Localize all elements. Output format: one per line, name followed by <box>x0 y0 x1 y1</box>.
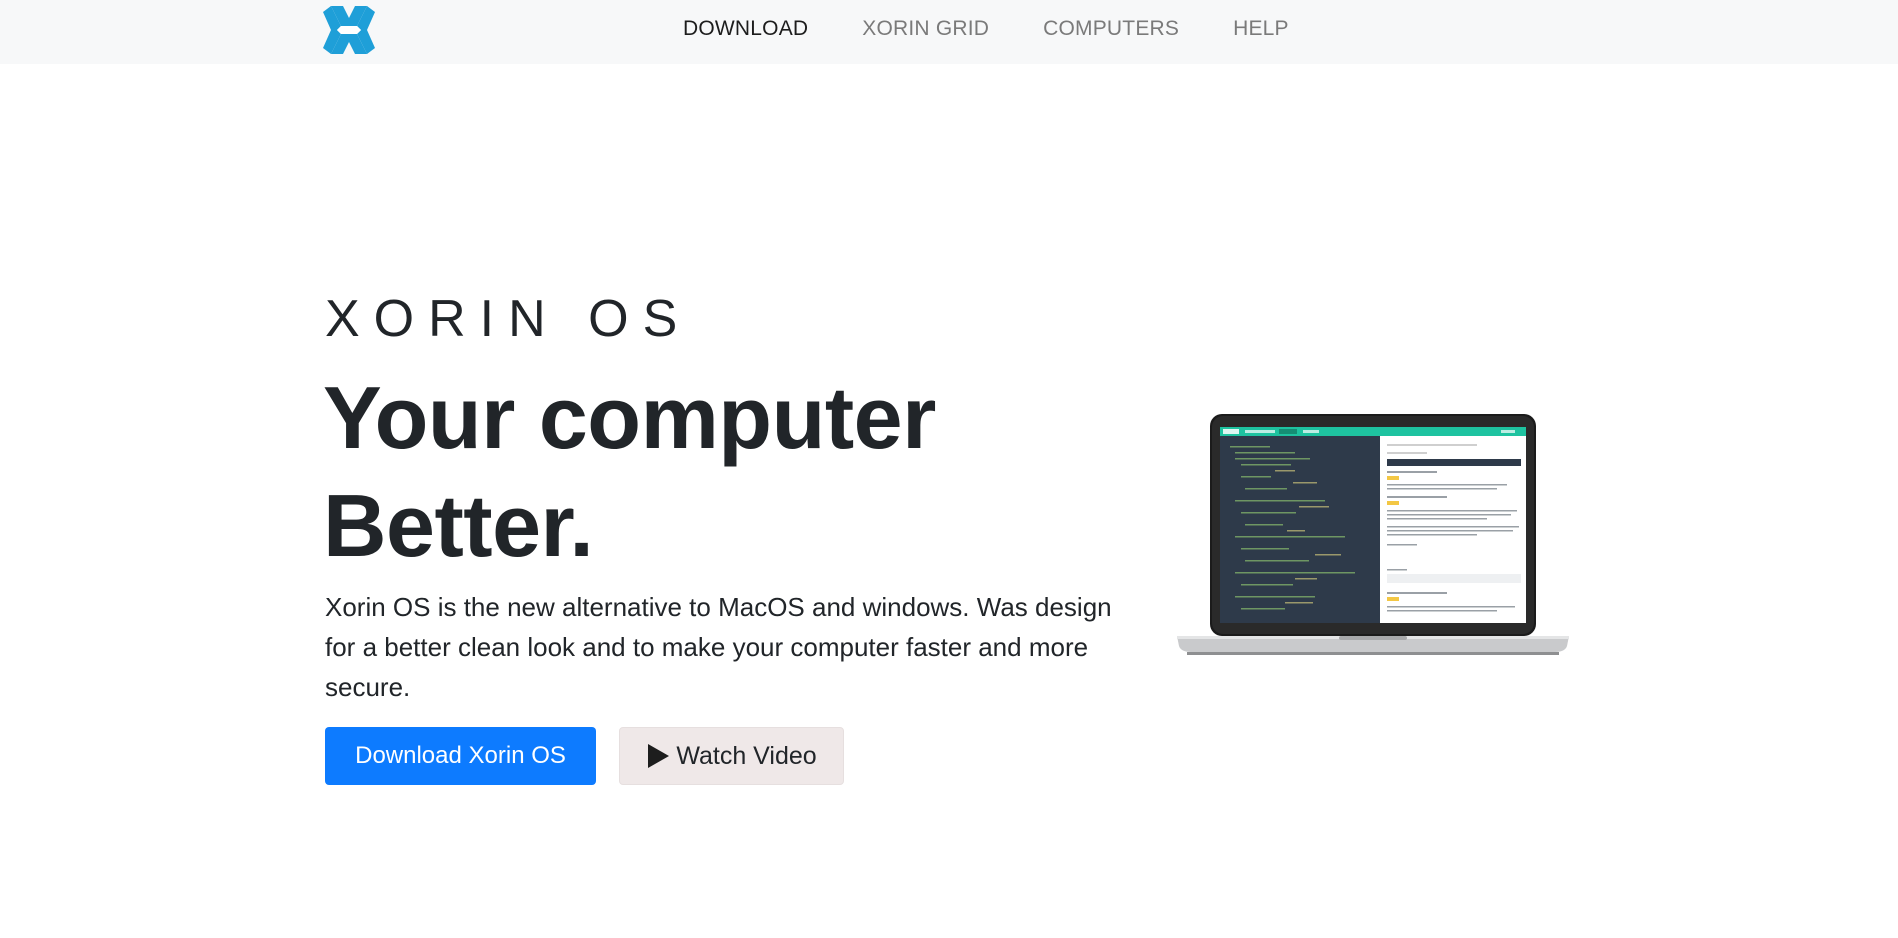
hero-headline: Your computer Better. <box>323 364 936 580</box>
nav-xorin-grid[interactable]: XORIN GRID <box>862 15 989 43</box>
laptop-screenshot-image <box>1177 414 1569 655</box>
headline-line-2: Better. <box>323 476 594 575</box>
nav-help[interactable]: HELP <box>1233 15 1289 43</box>
nav-computers[interactable]: COMPUTERS <box>1043 15 1179 43</box>
hero-description: Xorin OS is the new alternative to MacOS… <box>325 592 1112 702</box>
play-icon <box>648 744 670 768</box>
xorin-logo-icon[interactable] <box>323 4 375 56</box>
watch-video-label: Watch Video <box>676 741 817 770</box>
download-button[interactable]: Download Xorin OS <box>325 727 596 785</box>
watch-video-button[interactable]: Watch Video <box>619 727 844 785</box>
main-nav: DOWNLOAD XORIN GRID COMPUTERS HELP <box>683 15 1343 43</box>
headline-line-1: Your computer <box>323 368 936 467</box>
nav-download[interactable]: DOWNLOAD <box>683 15 808 43</box>
top-navbar: DOWNLOAD XORIN GRID COMPUTERS HELP <box>0 0 1898 64</box>
product-name: XORIN OS <box>325 290 692 348</box>
